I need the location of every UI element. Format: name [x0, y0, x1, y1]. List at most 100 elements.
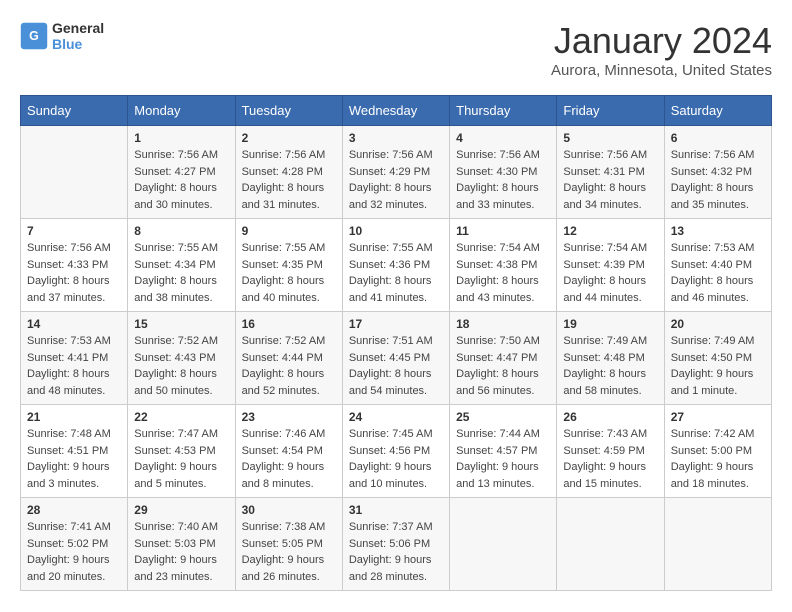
calendar-cell: 26Sunrise: 7:43 AM Sunset: 4:59 PM Dayli…: [557, 405, 664, 498]
day-number: 30: [242, 503, 336, 517]
calendar-cell: [21, 126, 128, 219]
day-number: 27: [671, 410, 765, 424]
day-number: 12: [563, 224, 657, 238]
day-info: Sunrise: 7:56 AM Sunset: 4:32 PM Dayligh…: [671, 147, 765, 213]
calendar-cell: 29Sunrise: 7:40 AM Sunset: 5:03 PM Dayli…: [128, 498, 235, 591]
calendar-week-5: 28Sunrise: 7:41 AM Sunset: 5:02 PM Dayli…: [21, 498, 772, 591]
day-info: Sunrise: 7:40 AM Sunset: 5:03 PM Dayligh…: [134, 519, 228, 585]
day-number: 17: [349, 317, 443, 331]
day-info: Sunrise: 7:52 AM Sunset: 4:43 PM Dayligh…: [134, 333, 228, 399]
weekday-header-thursday: Thursday: [450, 96, 557, 126]
day-number: 11: [456, 224, 550, 238]
day-info: Sunrise: 7:44 AM Sunset: 4:57 PM Dayligh…: [456, 426, 550, 492]
day-number: 31: [349, 503, 443, 517]
day-number: 2: [242, 131, 336, 145]
day-info: Sunrise: 7:56 AM Sunset: 4:29 PM Dayligh…: [349, 147, 443, 213]
calendar-table: SundayMondayTuesdayWednesdayThursdayFrid…: [20, 95, 772, 591]
day-number: 23: [242, 410, 336, 424]
calendar-cell: 5 Sunrise: 7:56 AM Sunset: 4:31 PM Daylig…: [557, 126, 664, 219]
day-info: Sunrise: 7:53 AM Sunset: 4:40 PM Dayligh…: [671, 240, 765, 306]
calendar-cell: 31 Sunrise: 7:37 AM Sunset: 5:06 PM Dayli…: [342, 498, 449, 591]
svg-text:G: G: [29, 29, 39, 43]
day-number: 10: [349, 224, 443, 238]
calendar-cell: 2 Sunrise: 7:56 AM Sunset: 4:28 PM Daylig…: [235, 126, 342, 219]
day-info: Sunrise: 7:41 AM Sunset: 5:02 PM Dayligh…: [27, 519, 121, 585]
calendar-cell: 10 Sunrise: 7:55 AM Sunset: 4:36 PM Dayli…: [342, 219, 449, 312]
weekday-header-row: SundayMondayTuesdayWednesdayThursdayFrid…: [21, 96, 772, 126]
day-info: Sunrise: 7:56 AM Sunset: 4:30 PM Dayligh…: [456, 147, 550, 213]
calendar-cell: 12 Sunrise: 7:54 AM Sunset: 4:39 PM Dayli…: [557, 219, 664, 312]
day-number: 6: [671, 131, 765, 145]
day-info: Sunrise: 7:56 AM Sunset: 4:31 PM Dayligh…: [563, 147, 657, 213]
day-info: Sunrise: 7:50 AM Sunset: 4:47 PM Dayligh…: [456, 333, 550, 399]
calendar-cell: 23 Sunrise: 7:46 AM Sunset: 4:54 PM Dayli…: [235, 405, 342, 498]
day-info: Sunrise: 7:45 AM Sunset: 4:56 PM Dayligh…: [349, 426, 443, 492]
weekday-header-tuesday: Tuesday: [235, 96, 342, 126]
day-number: 13: [671, 224, 765, 238]
day-number: 8: [134, 224, 228, 238]
day-info: Sunrise: 7:49 AM Sunset: 4:48 PM Dayligh…: [563, 333, 657, 399]
calendar-cell: 15 Sunrise: 7:52 AM Sunset: 4:43 PM Dayli…: [128, 312, 235, 405]
weekday-header-saturday: Saturday: [664, 96, 771, 126]
calendar-cell: 14 Sunrise: 7:53 AM Sunset: 4:41 PM Dayli…: [21, 312, 128, 405]
day-number: 5: [563, 131, 657, 145]
day-number: 4: [456, 131, 550, 145]
logo-text: GeneralBlue: [52, 20, 104, 52]
calendar-cell: [450, 498, 557, 591]
calendar-cell: 19 Sunrise: 7:49 AM Sunset: 4:48 PM Dayli…: [557, 312, 664, 405]
day-number: 21: [27, 410, 121, 424]
day-info: Sunrise: 7:47 AM Sunset: 4:53 PM Dayligh…: [134, 426, 228, 492]
calendar-cell: 17Sunrise: 7:51 AM Sunset: 4:45 PM Dayli…: [342, 312, 449, 405]
calendar-cell: [664, 498, 771, 591]
day-number: 9: [242, 224, 336, 238]
day-number: 7: [27, 224, 121, 238]
day-number: 1: [134, 131, 228, 145]
day-info: Sunrise: 7:55 AM Sunset: 4:35 PM Dayligh…: [242, 240, 336, 306]
weekday-header-sunday: Sunday: [21, 96, 128, 126]
day-number: 15: [134, 317, 228, 331]
month-title: January 2024: [551, 20, 772, 62]
calendar-cell: 21Sunrise: 7:48 AM Sunset: 4:51 PM Dayli…: [21, 405, 128, 498]
day-info: Sunrise: 7:49 AM Sunset: 4:50 PM Dayligh…: [671, 333, 765, 399]
logo-icon: G: [20, 22, 48, 50]
page-header: G GeneralBlue January 2024 Aurora, Minne…: [20, 20, 772, 79]
logo: G GeneralBlue: [20, 20, 104, 52]
calendar-week-1: 1 Sunrise: 7:56 AM Sunset: 4:27 PM Daylig…: [21, 126, 772, 219]
day-info: Sunrise: 7:52 AM Sunset: 4:44 PM Dayligh…: [242, 333, 336, 399]
calendar-cell: 22 Sunrise: 7:47 AM Sunset: 4:53 PM Dayli…: [128, 405, 235, 498]
day-info: Sunrise: 7:56 AM Sunset: 4:27 PM Dayligh…: [134, 147, 228, 213]
calendar-cell: 7Sunrise: 7:56 AM Sunset: 4:33 PM Daylig…: [21, 219, 128, 312]
calendar-week-2: 7Sunrise: 7:56 AM Sunset: 4:33 PM Daylig…: [21, 219, 772, 312]
calendar-cell: 8Sunrise: 7:55 AM Sunset: 4:34 PM Daylig…: [128, 219, 235, 312]
day-number: 19: [563, 317, 657, 331]
title-block: January 2024 Aurora, Minnesota, United S…: [551, 20, 772, 79]
day-info: Sunrise: 7:46 AM Sunset: 4:54 PM Dayligh…: [242, 426, 336, 492]
weekday-header-friday: Friday: [557, 96, 664, 126]
calendar-cell: 4 Sunrise: 7:56 AM Sunset: 4:30 PM Daylig…: [450, 126, 557, 219]
day-info: Sunrise: 7:43 AM Sunset: 4:59 PM Dayligh…: [563, 426, 657, 492]
day-number: 22: [134, 410, 228, 424]
calendar-week-4: 21Sunrise: 7:48 AM Sunset: 4:51 PM Dayli…: [21, 405, 772, 498]
day-number: 3: [349, 131, 443, 145]
weekday-header-wednesday: Wednesday: [342, 96, 449, 126]
day-number: 14: [27, 317, 121, 331]
day-number: 20: [671, 317, 765, 331]
day-info: Sunrise: 7:56 AM Sunset: 4:28 PM Dayligh…: [242, 147, 336, 213]
calendar-cell: 28Sunrise: 7:41 AM Sunset: 5:02 PM Dayli…: [21, 498, 128, 591]
calendar-cell: 27 Sunrise: 7:42 AM Sunset: 5:00 PM Dayli…: [664, 405, 771, 498]
calendar-cell: 6 Sunrise: 7:56 AM Sunset: 4:32 PM Daylig…: [664, 126, 771, 219]
day-number: 18: [456, 317, 550, 331]
day-number: 16: [242, 317, 336, 331]
day-info: Sunrise: 7:53 AM Sunset: 4:41 PM Dayligh…: [27, 333, 121, 399]
day-info: Sunrise: 7:42 AM Sunset: 5:00 PM Dayligh…: [671, 426, 765, 492]
calendar-cell: 20 Sunrise: 7:49 AM Sunset: 4:50 PM Dayli…: [664, 312, 771, 405]
calendar-week-3: 14 Sunrise: 7:53 AM Sunset: 4:41 PM Dayli…: [21, 312, 772, 405]
weekday-header-monday: Monday: [128, 96, 235, 126]
day-info: Sunrise: 7:55 AM Sunset: 4:36 PM Dayligh…: [349, 240, 443, 306]
day-info: Sunrise: 7:37 AM Sunset: 5:06 PM Dayligh…: [349, 519, 443, 585]
day-info: Sunrise: 7:54 AM Sunset: 4:39 PM Dayligh…: [563, 240, 657, 306]
calendar-cell: 18 Sunrise: 7:50 AM Sunset: 4:47 PM Dayli…: [450, 312, 557, 405]
day-info: Sunrise: 7:38 AM Sunset: 5:05 PM Dayligh…: [242, 519, 336, 585]
calendar-cell: 3 Sunrise: 7:56 AM Sunset: 4:29 PM Daylig…: [342, 126, 449, 219]
day-number: 25: [456, 410, 550, 424]
